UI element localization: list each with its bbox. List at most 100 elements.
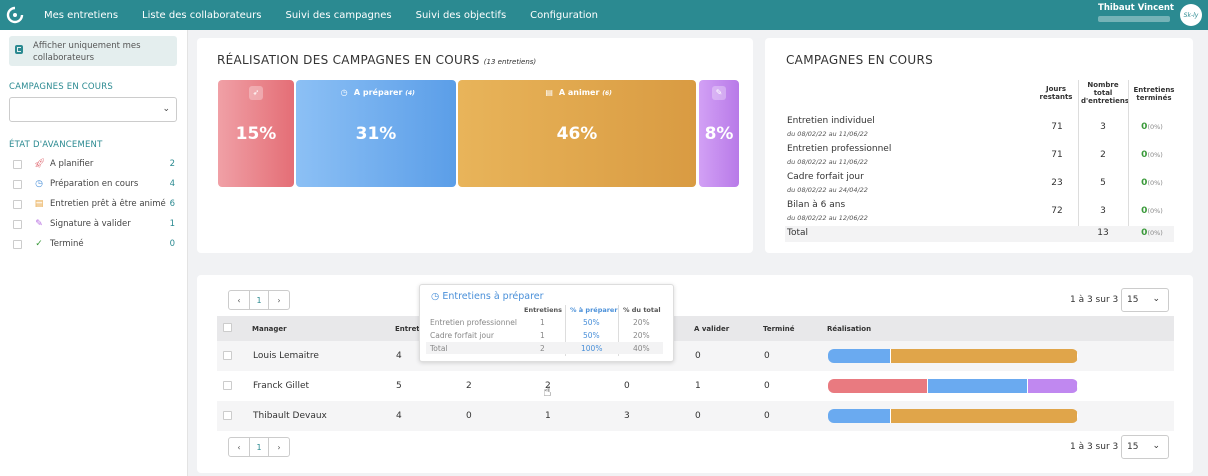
row-checkbox[interactable] bbox=[223, 411, 232, 420]
user-info[interactable]: Thibaut Vincent bbox=[1098, 3, 1174, 22]
nav-liste-collaborateurs[interactable]: Liste des collaborateurs bbox=[142, 10, 261, 21]
campaign-row[interactable]: Entretien individuel du 08/02/22 au 11/0… bbox=[785, 113, 1174, 141]
cell-a-valider: 1 bbox=[695, 381, 701, 391]
row-checkbox[interactable] bbox=[223, 381, 232, 390]
header-days-remaining: Jours restants bbox=[1039, 85, 1073, 101]
campaign-row[interactable]: Bilan à 6 ans du 08/02/22 au 12/06/22 72… bbox=[785, 197, 1174, 225]
prev-page-button[interactable]: ‹ bbox=[229, 438, 249, 456]
status-checkbox[interactable] bbox=[13, 179, 22, 189]
days-remaining: 71 bbox=[1051, 122, 1063, 132]
nav-suivi-campagnes[interactable]: Suivi des campagnes bbox=[285, 10, 391, 21]
status-checkbox[interactable] bbox=[13, 239, 22, 249]
status-filter-preparation[interactable]: ◷ Préparation en cours 4 bbox=[13, 177, 175, 191]
page-1-button[interactable]: 1 bbox=[249, 438, 269, 456]
progress-segment bbox=[828, 349, 891, 363]
status-filter-signature[interactable]: ✎ Signature à valider 1 bbox=[13, 217, 175, 231]
header-termine[interactable]: Terminé bbox=[763, 325, 794, 333]
clock-icon: ◷ bbox=[35, 179, 43, 189]
cell-a-preparer[interactable]: 1 bbox=[545, 411, 551, 421]
pagination-bottom: ‹ 1 › bbox=[228, 437, 290, 457]
status-filter-a-planifier[interactable]: 🚀︎ A planifier 2 bbox=[13, 157, 175, 171]
prev-page-button[interactable]: ‹ bbox=[229, 291, 249, 309]
table-row[interactable]: Thibault Devaux 4 0 1 3 0 0 bbox=[217, 401, 1174, 431]
tooltip-row-label: Total bbox=[430, 344, 448, 353]
header-manager[interactable]: Manager bbox=[252, 325, 287, 333]
tooltip-row-count: 1 bbox=[540, 318, 545, 327]
avatar[interactable]: Sk-ly bbox=[1180, 4, 1202, 26]
nav-configuration[interactable]: Configuration bbox=[530, 10, 598, 21]
pagination-top: ‹ 1 › bbox=[228, 290, 290, 310]
cell-a-planifier[interactable]: 2 bbox=[466, 381, 472, 391]
status-checkbox[interactable] bbox=[13, 219, 22, 229]
table-header: Manager Entreti A valider Terminé Réalis… bbox=[217, 316, 1174, 341]
segment-a-preparer[interactable]: ◷ A préparer (4) 31% bbox=[296, 80, 456, 187]
tooltip-header-total: % du total bbox=[623, 306, 661, 314]
next-page-button[interactable]: › bbox=[269, 291, 289, 309]
progress-segment bbox=[890, 409, 1078, 423]
done-interviews: 0(0%) bbox=[1132, 122, 1172, 132]
campaigns-card: CAMPAGNES EN COURS Jours restants Nombre… bbox=[765, 38, 1193, 253]
tooltip-title-text: Entretiens à préparer bbox=[442, 291, 544, 302]
header-entretiens[interactable]: Entreti bbox=[395, 325, 422, 333]
per-page-select[interactable]: 15 ⌄ bbox=[1121, 288, 1169, 312]
next-page-button[interactable]: › bbox=[269, 438, 289, 456]
realisation-subtitle: (13 entretiens) bbox=[483, 58, 537, 66]
status-count: 6 bbox=[169, 199, 175, 209]
campaigns-title: CAMPAGNES EN COURS bbox=[786, 53, 934, 67]
cell-a-animer[interactable]: 0 bbox=[624, 381, 630, 391]
header-total-interviews: Nombre total d'entretiens bbox=[1081, 81, 1130, 105]
header-realisation[interactable]: Réalisation bbox=[827, 325, 871, 333]
campaign-row[interactable]: Cadre forfait jour du 08/02/22 au 24/04/… bbox=[785, 169, 1174, 197]
progress-segment bbox=[828, 379, 928, 393]
campaign-name: Cadre forfait jour bbox=[787, 172, 864, 182]
tooltip-entretiens-a-preparer: ◷ Entretiens à préparer Entretiens % à p… bbox=[419, 284, 674, 362]
nav-mes-entretiens[interactable]: Mes entretiens bbox=[44, 10, 118, 21]
done-interviews: 0(0%) bbox=[1132, 206, 1172, 216]
campaign-row[interactable]: Entretien professionnel du 08/02/22 au 1… bbox=[785, 141, 1174, 169]
status-filter-termine[interactable]: ✓ Terminé 0 bbox=[13, 237, 175, 251]
range-text: 1 à 3 sur 3 bbox=[1070, 295, 1119, 305]
total-interviews: 5 bbox=[1100, 178, 1106, 188]
rocket-icon: ➶ bbox=[249, 86, 263, 100]
tooltip-row-pct: 100% bbox=[581, 344, 603, 353]
campaign-select[interactable]: ⌄ bbox=[9, 97, 177, 122]
cell-a-planifier[interactable]: 0 bbox=[466, 411, 472, 421]
tooltip-title: ◷ Entretiens à préparer bbox=[431, 291, 544, 302]
cell-a-animer[interactable]: 3 bbox=[624, 411, 630, 421]
done-pct: (0%) bbox=[1147, 123, 1163, 131]
table-row[interactable]: Franck Gillet 5 2 2 0 1 0 bbox=[217, 371, 1174, 401]
campaign-total-row: Total 13 0(0%) bbox=[785, 226, 1174, 242]
days-remaining: 23 bbox=[1051, 178, 1063, 188]
table-row[interactable]: Louis Lemaitre 4 0 0 bbox=[217, 341, 1174, 371]
segment-a-planifier[interactable]: ➶ 15% bbox=[218, 80, 294, 187]
manager-name: Franck Gillet bbox=[253, 381, 310, 391]
app-logo-icon[interactable] bbox=[0, 0, 30, 30]
per-page-select[interactable]: 15 ⌄ bbox=[1121, 435, 1169, 459]
status-filter-pret-anime[interactable]: ▤ Entretien prêt à être animé 6 bbox=[13, 197, 175, 211]
segment-pct: 8% bbox=[704, 124, 734, 144]
only-my-collaborators-toggle[interactable]: Afficher uniquement mes collaborateurs bbox=[9, 36, 177, 66]
progress-bar bbox=[828, 409, 1078, 423]
progress-bar bbox=[828, 349, 1078, 363]
status-checkbox[interactable] bbox=[13, 199, 22, 209]
page-1-button[interactable]: 1 bbox=[249, 291, 269, 309]
tooltip-row-label: Entretien professionnel bbox=[430, 318, 517, 327]
segment-a-animer[interactable]: ▤ A animer (6) 46% bbox=[458, 80, 696, 187]
progress-segment bbox=[928, 379, 1028, 393]
tooltip-row-total: 20% bbox=[633, 331, 650, 340]
segment-signature[interactable]: ✎ 8% bbox=[699, 80, 739, 187]
header-a-valider[interactable]: A valider bbox=[694, 325, 729, 333]
done-pct: (0%) bbox=[1147, 179, 1163, 187]
tooltip-row-count: 2 bbox=[540, 344, 545, 353]
segment-badge: (6) bbox=[602, 90, 612, 97]
edit-icon: ✎ bbox=[712, 86, 726, 100]
done-interviews: 0(0%) bbox=[1132, 228, 1172, 238]
nav-suivi-objectifs[interactable]: Suivi des objectifs bbox=[416, 10, 507, 21]
toggle-checkbox-icon[interactable] bbox=[15, 45, 24, 54]
select-all-checkbox[interactable] bbox=[223, 323, 232, 332]
days-remaining: 72 bbox=[1051, 206, 1063, 216]
row-checkbox[interactable] bbox=[223, 351, 232, 360]
tooltip-row-pct: 50% bbox=[583, 318, 600, 327]
cell-entretiens: 4 bbox=[396, 351, 402, 361]
status-checkbox[interactable] bbox=[13, 159, 22, 169]
